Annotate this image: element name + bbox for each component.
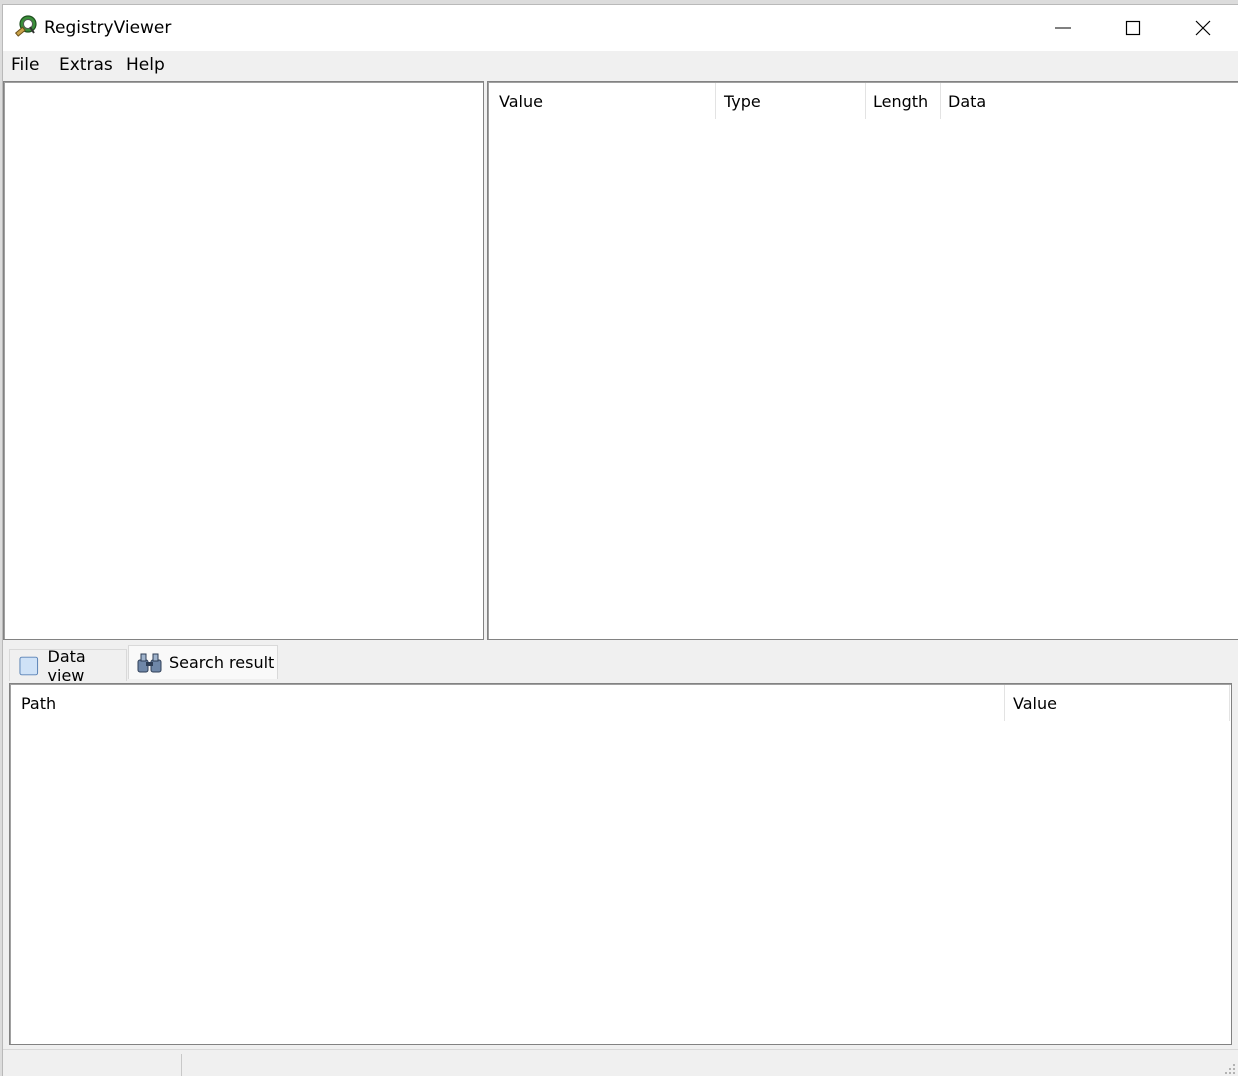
document-icon — [19, 656, 39, 675]
values-list-header: Value Type Length Data — [489, 83, 1237, 119]
close-icon — [1195, 20, 1211, 36]
maximize-button[interactable] — [1098, 5, 1168, 51]
binoculars-icon — [137, 653, 162, 672]
status-bar — [3, 1049, 1238, 1076]
minimize-icon — [1055, 27, 1071, 29]
registry-viewer-window: RegistryViewer File Extras Help Value Ty… — [2, 4, 1238, 1076]
column-header-type[interactable]: Type — [724, 92, 761, 111]
menu-bar: File Extras Help — [3, 51, 1238, 81]
registry-tree-pane[interactable] — [3, 81, 484, 640]
menu-file[interactable]: File — [9, 55, 41, 75]
column-header-data[interactable]: Data — [948, 92, 986, 111]
column-header-search-value[interactable]: Value — [1013, 694, 1057, 713]
resize-grip-icon[interactable] — [1222, 1061, 1236, 1075]
minimize-button[interactable] — [1028, 5, 1098, 51]
column-divider[interactable] — [940, 83, 941, 119]
search-result-pane[interactable]: Path Value — [9, 683, 1232, 1045]
column-header-path[interactable]: Path — [21, 694, 56, 713]
close-button[interactable] — [1168, 5, 1238, 51]
bottom-tabs: Data view Search result — [7, 645, 307, 685]
tab-search-result[interactable]: Search result — [128, 645, 278, 679]
column-divider[interactable] — [1004, 685, 1005, 721]
column-header-length[interactable]: Length — [873, 92, 928, 111]
title-bar[interactable]: RegistryViewer — [3, 5, 1238, 51]
column-divider[interactable] — [1229, 685, 1230, 721]
menu-extras[interactable]: Extras — [57, 55, 115, 75]
tab-data-view[interactable]: Data view — [9, 647, 127, 685]
column-divider[interactable] — [715, 83, 716, 119]
tab-data-view-label: Data view — [47, 646, 86, 685]
status-divider — [181, 1054, 182, 1076]
menu-help[interactable]: Help — [124, 55, 167, 75]
values-list-pane[interactable]: Value Type Length Data — [487, 81, 1238, 640]
tab-search-result-label: Search result — [169, 653, 275, 672]
column-divider[interactable] — [865, 83, 866, 119]
registry-viewer-icon — [14, 15, 37, 37]
search-result-header: Path Value — [11, 685, 1230, 721]
maximize-icon — [1125, 20, 1141, 36]
column-header-value[interactable]: Value — [499, 92, 543, 111]
window-title: RegistryViewer — [44, 18, 172, 38]
